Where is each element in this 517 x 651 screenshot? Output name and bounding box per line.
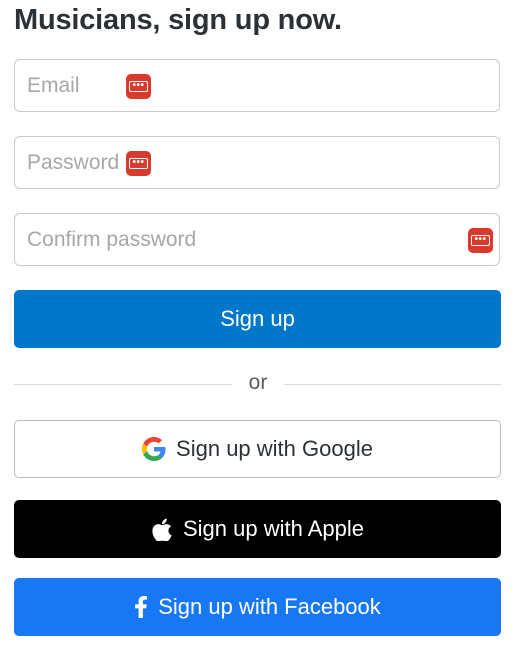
password-manager-icon[interactable]: •••	[126, 74, 151, 99]
apple-icon	[151, 517, 173, 541]
facebook-icon	[134, 596, 148, 618]
confirm-password-input[interactable]	[27, 214, 467, 265]
divider-line-right	[284, 384, 501, 385]
google-icon	[142, 437, 166, 461]
sign-up-button[interactable]: Sign up	[14, 290, 501, 348]
sign-up-facebook-button[interactable]: Sign up with Facebook	[14, 578, 501, 636]
password-manager-icon[interactable]: •••	[126, 151, 151, 176]
email-input[interactable]	[27, 60, 467, 111]
password-input[interactable]	[27, 137, 467, 188]
email-field[interactable]: •••	[14, 59, 500, 112]
divider-or-text: or	[248, 371, 268, 394]
sign-up-facebook-label: Sign up with Facebook	[158, 594, 381, 619]
sign-up-apple-button[interactable]: Sign up with Apple	[14, 500, 501, 558]
confirm-password-field[interactable]: •••	[14, 213, 500, 266]
password-manager-icon[interactable]: •••	[468, 228, 493, 253]
password-field[interactable]: •••	[14, 136, 500, 189]
page-title: Musicians, sign up now.	[14, 4, 342, 36]
divider-line-left	[14, 384, 232, 385]
sign-up-apple-label: Sign up with Apple	[182, 516, 365, 541]
sign-up-google-button[interactable]: Sign up with Google	[14, 420, 501, 478]
sign-up-label: Sign up	[220, 306, 295, 331]
sign-up-google-label: Sign up with Google	[176, 436, 373, 461]
